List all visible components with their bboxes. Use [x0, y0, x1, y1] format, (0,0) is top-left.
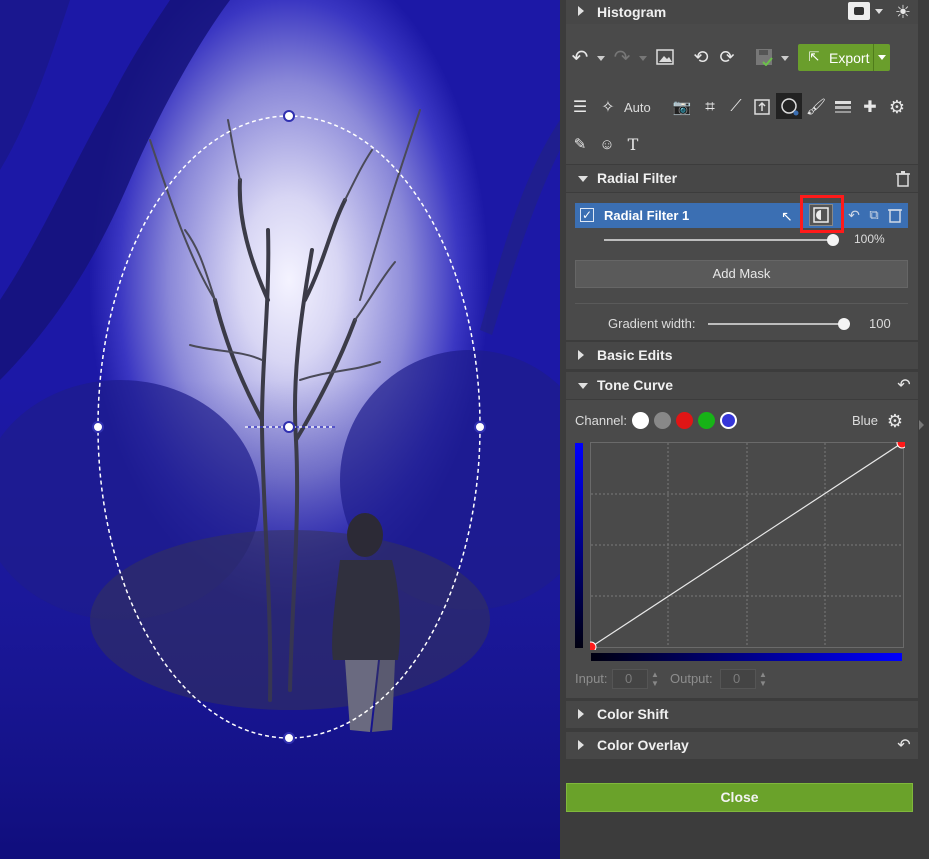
export-dropdown-icon[interactable] — [878, 55, 886, 60]
tone-curve-title: Tone Curve — [597, 377, 673, 393]
tone-curve-graph[interactable] — [590, 442, 905, 650]
brush-icon[interactable]: 🖌 — [805, 96, 827, 118]
gradient-width-track[interactable] — [708, 323, 843, 325]
input-spinner-icon[interactable]: ▲ ▼ — [651, 670, 659, 688]
magic-wand-icon[interactable]: ✧ — [597, 96, 619, 118]
radial-filter-tool-icon[interactable] — [776, 93, 802, 119]
undo-icon[interactable]: ↶ — [568, 46, 592, 69]
output-label: Output: — [670, 671, 713, 686]
channel-blue-swatch[interactable] — [720, 412, 737, 429]
reset-icon[interactable]: ↶ — [894, 735, 914, 755]
color-shift-header[interactable]: Color Shift — [566, 701, 918, 728]
rotate-left-icon[interactable]: ⟲ — [690, 46, 712, 68]
chevron-right-icon — [578, 6, 584, 16]
ellipse-handle-top[interactable] — [283, 110, 295, 122]
text-tool-icon[interactable]: T — [622, 133, 644, 155]
frame-icon[interactable] — [751, 96, 773, 118]
add-mask-button[interactable]: Add Mask — [575, 260, 908, 288]
sun-icon[interactable]: ☀ — [892, 1, 914, 23]
photo-canvas[interactable] — [0, 0, 560, 859]
adjustments-icon[interactable]: ☰ — [569, 96, 591, 118]
output-gradient-bar — [575, 443, 583, 648]
chevron-down-icon — [578, 383, 588, 389]
reset-icon[interactable]: ↶ — [894, 375, 914, 395]
color-overlay-title: Color Overlay — [597, 737, 689, 753]
save-dropdown-icon[interactable] — [781, 56, 789, 61]
histogram-title: Histogram — [597, 4, 667, 20]
reset-icon[interactable]: ↶ — [845, 205, 863, 225]
mask-view-icon[interactable] — [848, 2, 870, 20]
mask-face-icon[interactable]: ☺ — [596, 133, 618, 155]
chevron-right-icon — [578, 709, 584, 719]
opacity-slider-knob[interactable] — [827, 234, 839, 246]
channel-green-swatch[interactable] — [698, 412, 715, 429]
ellipse-handle-center[interactable] — [283, 421, 295, 433]
divider — [575, 303, 908, 304]
camera-icon[interactable]: 📷 — [671, 96, 693, 118]
chevron-right-icon — [578, 740, 584, 750]
cursor-pointer-icon: ↖ — [781, 208, 793, 224]
invert-mask-icon[interactable] — [809, 204, 833, 226]
channel-luminance-swatch[interactable] — [654, 412, 671, 429]
channel-rgb-swatch[interactable] — [632, 412, 649, 429]
perspective-icon[interactable]: ⟋ — [725, 96, 747, 118]
gear-icon[interactable]: ⚙ — [886, 96, 908, 118]
filter-item-radial-filter-1[interactable]: ✓ Radial Filter 1 ↖ ↶ ⧉ — [575, 195, 908, 233]
filter-name: Radial Filter 1 — [604, 208, 690, 223]
basic-edits-header[interactable]: Basic Edits — [566, 342, 918, 369]
color-shift-title: Color Shift — [597, 706, 669, 722]
delete-filter-icon[interactable] — [886, 205, 904, 225]
close-button[interactable]: Close — [566, 783, 913, 812]
duplicate-icon[interactable]: ⧉ — [865, 205, 883, 225]
radial-filter-title: Radial Filter — [597, 170, 678, 186]
tone-curve-header[interactable]: Tone Curve ↶ — [566, 372, 918, 399]
output-spinner-icon[interactable]: ▲ ▼ — [759, 670, 767, 688]
save-icon[interactable] — [753, 46, 775, 68]
auto-label[interactable]: Auto — [624, 100, 651, 115]
filter-enabled-checkbox[interactable]: ✓ — [580, 208, 594, 222]
channel-red-swatch[interactable] — [676, 412, 693, 429]
ellipse-handle-right[interactable] — [474, 421, 486, 433]
basic-edits-title: Basic Edits — [597, 347, 673, 363]
export-icon: ⇱ — [808, 49, 820, 64]
export-button[interactable]: ⇱ Export — [798, 44, 890, 71]
ellipse-handle-left[interactable] — [92, 421, 104, 433]
channel-label: Channel: — [575, 413, 628, 428]
input-gradient-bar — [591, 653, 902, 661]
image-icon[interactable] — [654, 46, 676, 68]
undo-dropdown-icon[interactable] — [597, 56, 605, 61]
trash-icon[interactable] — [894, 169, 912, 189]
gear-icon[interactable]: ⚙ — [885, 411, 905, 431]
channel-value: Blue — [852, 413, 879, 428]
color-overlay-header[interactable]: Color Overlay ↶ — [566, 732, 918, 759]
opacity-slider-track[interactable] — [604, 239, 833, 241]
gradient-width-knob[interactable] — [838, 318, 850, 330]
output-field[interactable]: 0 — [720, 669, 756, 689]
ellipse-handle-bottom[interactable] — [283, 732, 295, 744]
chevron-right-icon — [578, 350, 584, 360]
crop-icon[interactable]: ⌗ — [699, 96, 721, 118]
gradient-width-value: 100 — [869, 316, 891, 331]
opacity-value: 100% — [854, 232, 885, 246]
right-panel: Histogram ☀ ↶ ↷ ⟲ ⟳ ⇱ Export ☰ ✧ Auto 📷 … — [560, 0, 929, 859]
rotate-right-icon[interactable]: ⟳ — [716, 46, 738, 68]
eraser-icon[interactable]: ✎ — [569, 133, 591, 155]
panel-collapse-icon[interactable] — [919, 420, 924, 430]
histogram-header[interactable]: Histogram ☀ — [566, 0, 918, 24]
gradient-width-label: Gradient width: — [608, 316, 696, 331]
chevron-down-icon — [578, 176, 588, 182]
gradient-icon[interactable] — [832, 96, 854, 118]
redo-dropdown-icon[interactable] — [639, 56, 647, 61]
bandage-icon[interactable]: ✚ — [859, 96, 881, 118]
input-label: Input: — [575, 671, 608, 686]
redo-icon[interactable]: ↷ — [610, 46, 634, 69]
chevron-down-icon[interactable] — [875, 9, 883, 14]
input-field[interactable]: 0 — [612, 669, 648, 689]
radial-filter-header[interactable]: Radial Filter — [566, 165, 918, 192]
